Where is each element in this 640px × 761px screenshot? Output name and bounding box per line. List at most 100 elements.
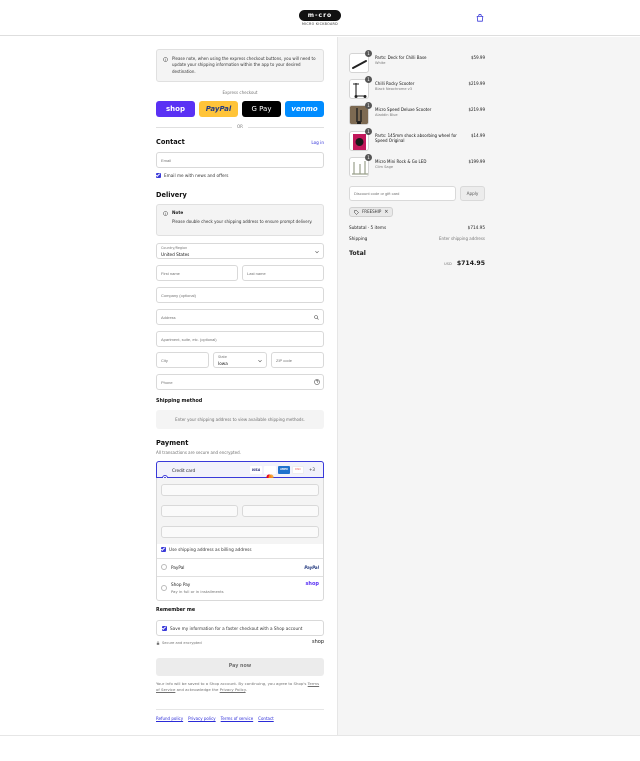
first-name-field[interactable] [156, 265, 238, 281]
search-icon [314, 315, 319, 320]
pay-now-button[interactable]: Pay now [156, 658, 324, 676]
shopping-bag-icon[interactable] [476, 14, 484, 22]
paypal-logo: PayPal [304, 565, 319, 570]
name-on-card-field[interactable] [161, 526, 319, 538]
paypal-express-button[interactable]: PayPal [199, 101, 238, 117]
billing-address-label: Use shipping address as billing address [169, 547, 252, 552]
remember-me-checkbox[interactable] [162, 625, 167, 631]
delivery-heading: Delivery [156, 191, 187, 199]
phone-field[interactable] [156, 374, 324, 390]
news-opt-in[interactable]: Email me with news and offers [156, 173, 228, 178]
legal-text-part: . [245, 687, 247, 693]
subtotal-label: Subtotal · 5 items [349, 225, 387, 230]
shop-pay-radio[interactable] [161, 585, 167, 591]
apartment-field[interactable] [156, 331, 324, 347]
privacy-policy-link[interactable]: Privacy policy [188, 716, 216, 721]
refund-policy-link[interactable]: Refund policy [156, 716, 183, 721]
state-value: Iowa [218, 361, 228, 366]
last-name-field[interactable] [242, 265, 324, 281]
item-price: $219.99 [468, 81, 485, 86]
currency-code: USD [444, 262, 452, 266]
cart-item: 1 Micro Speed Deluxe Scooter Aladdin Blu… [349, 102, 485, 127]
discover-icon: DISC [292, 466, 304, 474]
express-checkout-title: Express checkout [222, 90, 258, 95]
header: m-cro MICRO KICKBOARD [0, 0, 640, 36]
address-field[interactable] [156, 309, 324, 325]
venmo-express-button[interactable]: venmo [285, 101, 324, 117]
item-price: $199.99 [468, 159, 485, 164]
payment-subtitle: All transactions are secure and encrypte… [156, 450, 241, 455]
zip-field[interactable] [271, 352, 324, 368]
credit-card-option[interactable]: Credit card VISA AMEX DISC +3 [156, 461, 324, 481]
item-name: Parts: 145mm shock absorbing wheel for S… [375, 133, 457, 143]
logo-subtitle: MICRO KICKBOARD [302, 22, 338, 26]
google-pay-express-button[interactable]: G Pay [242, 101, 281, 117]
item-variant: Aladdin Blue [375, 113, 398, 117]
total-row-amount: USD $714.95 [440, 250, 485, 269]
cart-item: 1 Parts: 145mm shock absorbing wheel for… [349, 128, 485, 153]
note-title: Note [172, 210, 184, 215]
card-number-field[interactable] [161, 484, 319, 496]
quantity-badge: 1 [365, 50, 372, 57]
remove-discount-icon[interactable]: × [384, 208, 388, 216]
help-icon[interactable] [314, 379, 320, 385]
notice-text: Please note, when using the express chec… [172, 56, 316, 74]
shop-pay-logo: shop [305, 581, 319, 587]
shipping-value: Enter shipping address [439, 236, 485, 241]
item-variant: Clim Sage [375, 165, 394, 169]
remember-me-option[interactable]: Save my information for a faster checkou… [156, 620, 324, 636]
total-label: Total [349, 250, 366, 257]
country-select[interactable]: Country/Region United States [156, 243, 324, 259]
lock-icon [156, 641, 160, 645]
country-value: United States [161, 252, 190, 257]
tag-icon [354, 209, 359, 215]
state-label: State [218, 355, 227, 359]
security-code-field[interactable] [242, 505, 319, 517]
shop-pay-option[interactable]: Shop Pay Pay in full or in installments … [157, 577, 323, 600]
shipping-method-heading: Shipping method [156, 399, 203, 404]
apply-discount-button[interactable]: Apply [460, 186, 485, 201]
expiration-date-field[interactable] [161, 505, 238, 517]
quantity-badge: 1 [365, 154, 372, 161]
or-divider: OR [156, 124, 324, 130]
paypal-radio[interactable] [161, 564, 167, 570]
discount-code-input[interactable] [349, 186, 456, 201]
logo-text: m-cro [299, 10, 341, 21]
mastercard-icon [264, 466, 276, 480]
state-select[interactable]: State Iowa [213, 352, 267, 368]
phone-field-wrapper [156, 374, 324, 390]
info-icon [163, 211, 168, 216]
more-cards-count: +3 [309, 467, 315, 472]
chevron-down-icon [315, 250, 319, 254]
cart-item: 1 Chilli Rocky Scooter Black Neochrome v… [349, 76, 485, 101]
terms-of-service-link[interactable]: Terms of service [221, 716, 254, 721]
item-price: $14.99 [471, 133, 485, 138]
news-checkbox[interactable] [156, 173, 161, 178]
express-checkout-notice: Please note, when using the express chec… [156, 49, 324, 82]
city-field[interactable] [156, 352, 209, 368]
discount-tag-label: FREESHIP [362, 209, 382, 214]
discount-tag: FREESHIP × [349, 207, 394, 217]
contact-link[interactable]: Contact [258, 716, 274, 721]
shop-logo: shop [311, 639, 324, 645]
quantity-badge: 1 [365, 102, 372, 109]
email-field[interactable] [156, 152, 324, 168]
item-price: $59.99 [471, 55, 485, 60]
brand-logo[interactable]: m-cro MICRO KICKBOARD [298, 10, 342, 28]
remember-me-label: Save my information for a faster checkou… [170, 625, 303, 631]
secure-note: Secure and encrypted [156, 641, 202, 645]
legal-text: Your info will be saved to a Shop accoun… [156, 681, 324, 694]
quantity-badge: 1 [365, 128, 372, 135]
item-variant: Black Neochrome v3 [375, 87, 413, 91]
paypal-option[interactable]: PayPal PayPal [157, 559, 323, 576]
company-field[interactable] [156, 287, 324, 303]
shipping-label: Shipping [349, 236, 368, 241]
billing-address-checkbox[interactable] [161, 547, 166, 552]
item-price: $219.99 [468, 107, 485, 112]
billing-address-option[interactable]: Use shipping address as billing address [161, 547, 252, 552]
total-value: $714.95 [456, 260, 485, 267]
login-link[interactable]: Log in [300, 140, 324, 145]
shop-pay-express-button[interactable]: shop [156, 101, 195, 117]
shop-privacy-link[interactable]: Privacy Policy [220, 687, 246, 692]
shop-pay-label: Shop Pay [171, 582, 191, 587]
